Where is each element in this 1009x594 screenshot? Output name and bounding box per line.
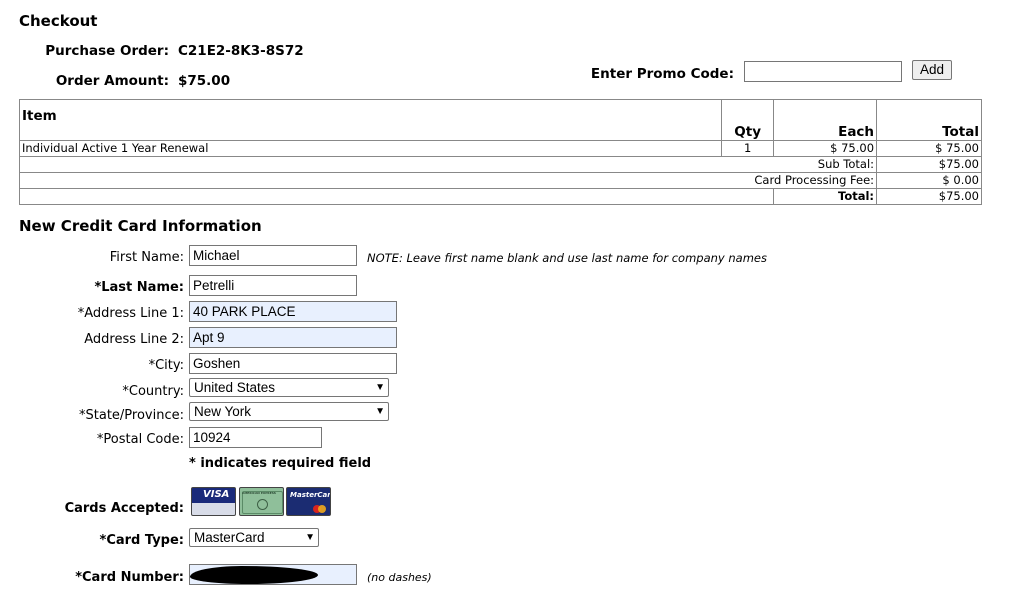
state-select[interactable]: New York ▼ (189, 402, 389, 421)
country-label: *Country: (122, 384, 184, 399)
promo-code-input[interactable] (744, 61, 902, 82)
total-label: Total: (773, 188, 878, 205)
mastercard-text: MasterCard (290, 491, 331, 499)
address1-label: *Address Line 1: (77, 306, 184, 321)
table-header-row: Item Qty Each Total (18, 99, 982, 141)
first-name-input[interactable]: Michael (189, 245, 357, 266)
address1-input[interactable]: 40 PARK PLACE (189, 301, 397, 322)
first-name-note: NOTE: Leave first name blank and use las… (367, 251, 767, 265)
address2-input[interactable]: Apt 9 (189, 327, 397, 348)
chevron-down-icon: ▼ (305, 532, 315, 543)
fee-label: Card Processing Fee: (18, 172, 878, 189)
promo-code-label: Enter Promo Code: (590, 66, 734, 82)
cards-accepted-label: Cards Accepted: (64, 501, 184, 516)
first-name-label: First Name: (109, 250, 184, 265)
header-qty: Qty (721, 99, 775, 141)
order-amount-value: $75.00 (178, 73, 231, 89)
header-total: Total (876, 99, 982, 141)
mastercard-icon: MasterCard (286, 487, 331, 516)
last-name-input[interactable]: Petrelli (189, 275, 357, 296)
order-amount-label: Order Amount: (55, 73, 169, 89)
state-label: *State/Province: (79, 408, 184, 423)
subtotal-value: $75.00 (876, 156, 982, 173)
country-select[interactable]: United States ▼ (189, 378, 389, 397)
row-each: $ 75.00 (773, 140, 878, 157)
amex-card-text: AMERICAN EXPRESS (242, 491, 276, 495)
card-number-label: *Card Number: (75, 570, 184, 585)
add-promo-button[interactable]: Add (912, 60, 952, 80)
state-select-value: New York (194, 404, 252, 419)
total-spacer (18, 188, 775, 205)
card-section-title: New Credit Card Information (19, 217, 262, 235)
card-type-select[interactable]: MasterCard ▼ (189, 528, 319, 547)
last-name-label: *Last Name: (94, 280, 184, 295)
row-item: Individual Active 1 Year Renewal (18, 140, 723, 157)
visa-card-text: VISA (203, 489, 230, 500)
chevron-down-icon: ▼ (375, 382, 385, 393)
postal-code-input[interactable]: 10924 (189, 427, 322, 448)
visa-card-icon: VISA (191, 487, 236, 516)
fee-row: Card Processing Fee: $ 0.00 (18, 172, 982, 189)
city-input[interactable]: Goshen (189, 353, 397, 374)
row-qty: 1 (721, 140, 775, 157)
postal-code-label: *Postal Code: (96, 432, 184, 447)
total-value: $75.00 (876, 188, 982, 205)
required-field-note: * indicates required field (189, 456, 372, 471)
city-label: *City: (148, 358, 184, 373)
row-total: $ 75.00 (876, 140, 982, 157)
subtotal-label: Sub Total: (18, 156, 878, 173)
chevron-down-icon: ▼ (375, 406, 385, 417)
card-type-label: *Card Type: (99, 533, 184, 548)
header-each: Each (773, 99, 878, 141)
address2-label: Address Line 2: (84, 332, 184, 347)
card-number-note: (no dashes) (367, 571, 432, 584)
purchase-order-label: Purchase Order: (45, 43, 169, 59)
card-number-input[interactable] (189, 564, 357, 585)
fee-value: $ 0.00 (876, 172, 982, 189)
table-row: Individual Active 1 Year Renewal 1 $ 75.… (18, 140, 982, 157)
header-item: Item (18, 99, 723, 141)
amex-card-icon: AMERICAN EXPRESS (239, 487, 284, 516)
redaction-mark (190, 566, 318, 584)
order-table: Item Qty Each Total Individual Active 1 … (18, 99, 982, 205)
subtotal-row: Sub Total: $75.00 (18, 156, 982, 173)
total-row: Total: $75.00 (18, 188, 982, 205)
card-type-select-value: MasterCard (194, 530, 265, 545)
page-title: Checkout (19, 12, 98, 30)
country-select-value: United States (194, 380, 276, 395)
purchase-order-value: C21E2-8K3-8S72 (178, 43, 304, 59)
